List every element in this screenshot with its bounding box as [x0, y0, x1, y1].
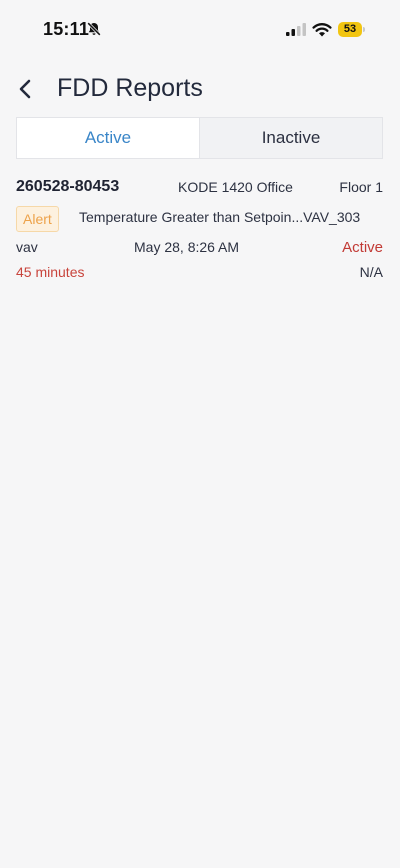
report-tabs: Active Inactive: [16, 117, 383, 159]
report-row-duration: 45 minutes N/A: [16, 264, 383, 284]
cellular-signal-icon: [286, 23, 306, 36]
fault-description-text: Temperature Greater than Setpoin...: [79, 209, 304, 225]
header: FDD Reports: [0, 66, 400, 112]
report-site: KODE 1420 Office: [178, 179, 293, 195]
severity-badge: Alert: [16, 206, 59, 232]
equipment-name: VAV_303: [303, 209, 361, 225]
report-list-item[interactable]: 260528-80453 KODE 1420 Office Floor 1 Al…: [0, 172, 400, 290]
report-row-meta: vav May 28, 8:26 AM Active: [16, 239, 383, 259]
chevron-left-icon: [19, 79, 31, 99]
equipment-type: vav: [16, 239, 38, 255]
status-badge: Active: [342, 239, 383, 256]
tab-active[interactable]: Active: [17, 118, 200, 158]
fault-description: Temperature Greater than Setpoin...VAV_3…: [79, 209, 360, 225]
battery-icon: 53: [338, 22, 366, 37]
report-duration: 45 minutes: [16, 264, 85, 280]
report-row-fault: Alert Temperature Greater than Setpoin..…: [16, 206, 383, 232]
report-extra-value: N/A: [359, 264, 383, 280]
battery-level: 53: [343, 23, 357, 35]
status-bar: 15:11 53: [0, 0, 400, 60]
page-title: FDD Reports: [57, 74, 203, 102]
back-button[interactable]: [12, 75, 40, 103]
tab-inactive[interactable]: Inactive: [200, 118, 382, 158]
bell-off-icon: [87, 22, 101, 36]
report-id: 260528-80453: [16, 178, 120, 195]
report-timestamp: May 28, 8:26 AM: [134, 239, 240, 255]
report-row-header: 260528-80453 KODE 1420 Office Floor 1: [16, 178, 383, 200]
status-time: 15:11: [43, 19, 90, 39]
report-floor: Floor 1: [339, 179, 383, 195]
wifi-icon: [312, 23, 332, 37]
